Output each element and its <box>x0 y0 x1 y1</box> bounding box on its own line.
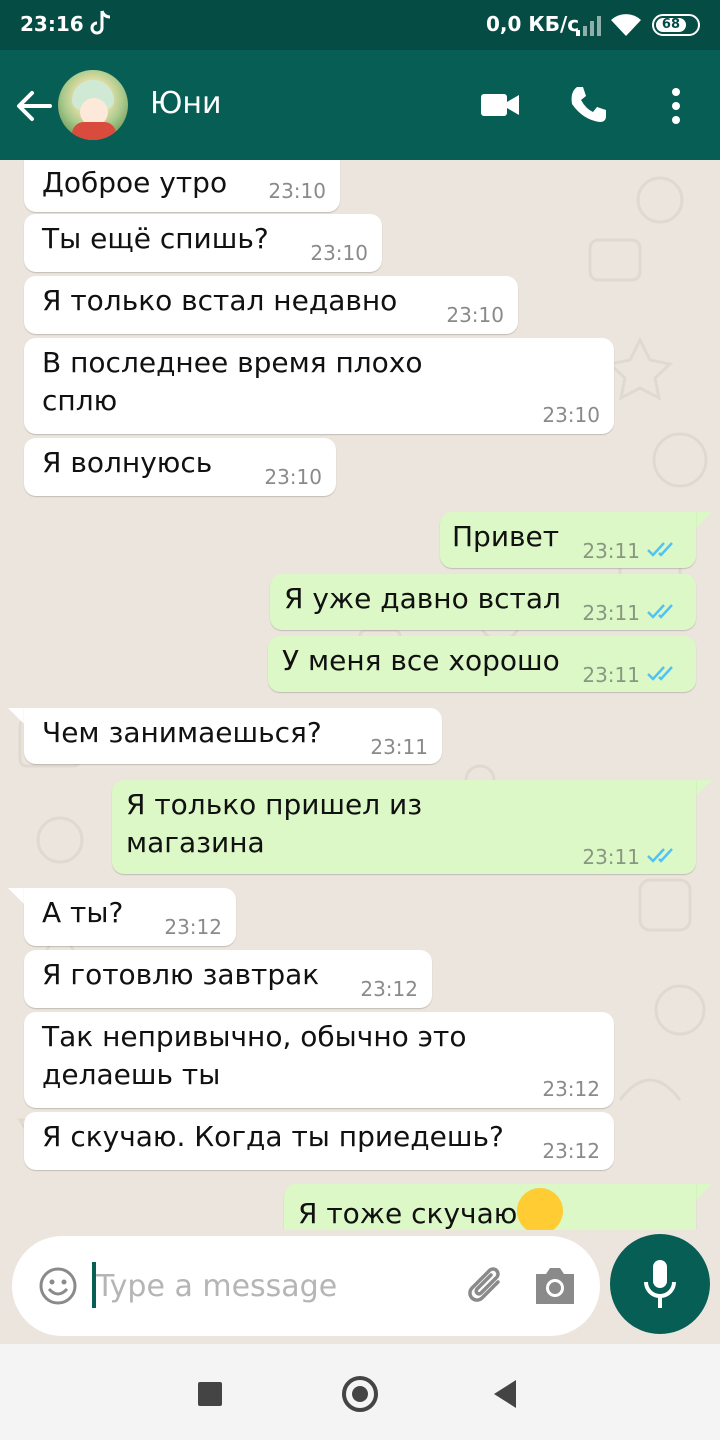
message-time: 23:11 <box>582 845 640 869</box>
message-text: Так непривычно, обычно это делаешь ты <box>42 1020 467 1091</box>
message-text: Я только пришел из магазина <box>126 788 423 859</box>
read-ticks-icon <box>647 848 673 863</box>
mic-icon <box>644 1260 676 1308</box>
message-input[interactable] <box>96 1258 446 1314</box>
emoji-icon[interactable] <box>38 1266 78 1306</box>
message-bubble-incoming[interactable]: Я волнуюсь 23:10 <box>24 438 336 496</box>
message-bubble-incoming[interactable]: А ты? 23:12 <box>24 888 236 946</box>
message-bubble-incoming[interactable]: Я скучаю. Когда ты приедешь? 23:12 <box>24 1112 614 1170</box>
message-bubble-outgoing[interactable]: Я тоже скучаю <box>284 1184 696 1230</box>
message-bubble-outgoing[interactable]: Я уже давно встал 23:11 <box>270 574 696 630</box>
message-bubble-incoming[interactable]: Ты ещё спишь? 23:10 <box>24 214 382 272</box>
message-text: Я тоже скучаю <box>298 1197 518 1230</box>
home-button[interactable] <box>342 1376 378 1412</box>
status-bar: 23:16 0,0 КБ/с 68 <box>0 0 720 50</box>
more-vert-icon[interactable] <box>662 86 690 126</box>
pensive-face-emoji <box>517 1188 564 1230</box>
message-time: 23:12 <box>542 1077 600 1101</box>
message-bubble-incoming[interactable]: Чем занимаешься? 23:11 <box>24 708 442 764</box>
message-text: В последнее время плохо сплю <box>42 346 423 417</box>
read-ticks-icon <box>647 604 673 619</box>
message-time: 23:11 <box>582 539 640 563</box>
wifi-icon <box>611 14 641 37</box>
message-time: 23:11 <box>370 735 428 759</box>
read-ticks-icon <box>647 542 673 557</box>
attach-icon[interactable] <box>464 1262 510 1310</box>
message-text: Чем занимаешься? <box>42 716 322 749</box>
message-time: 23:10 <box>542 403 600 427</box>
camera-icon[interactable] <box>532 1266 578 1306</box>
status-time: 23:16 <box>20 12 84 36</box>
signal-icon <box>576 16 601 36</box>
network-speed: 0,0 КБ/с <box>486 12 580 36</box>
message-time: 23:12 <box>164 915 222 939</box>
message-time: 23:10 <box>268 179 326 203</box>
message-bubble-outgoing[interactable]: У меня все хорошо 23:11 <box>268 636 696 692</box>
message-time: 23:12 <box>542 1139 600 1163</box>
message-time: 23:10 <box>310 241 368 265</box>
message-bubble-outgoing[interactable]: Привет 23:11 <box>440 512 696 568</box>
message-bubble-incoming[interactable]: В последнее время плохо сплю 23:10 <box>24 338 614 434</box>
message-composer <box>12 1236 600 1336</box>
message-text: Я только встал недавно <box>42 284 398 317</box>
back-arrow-icon[interactable] <box>14 86 54 126</box>
message-bubble-incoming[interactable]: Я только встал недавно 23:10 <box>24 276 518 334</box>
read-ticks-icon <box>647 666 673 681</box>
message-bubble-outgoing[interactable]: Я только пришел из магазина 23:11 <box>112 780 696 874</box>
message-text: Я готовлю завтрак <box>42 958 320 991</box>
tiktok-note-icon <box>90 10 111 35</box>
contact-name[interactable]: Юни <box>150 86 222 121</box>
recents-button[interactable] <box>198 1382 222 1406</box>
video-call-icon[interactable] <box>480 88 520 122</box>
message-bubble-incoming[interactable]: Так непривычно, обычно это делаешь ты 23… <box>24 1012 614 1108</box>
message-time: 23:11 <box>582 663 640 687</box>
voice-record-button[interactable] <box>610 1234 710 1334</box>
message-time: 23:11 <box>582 601 640 625</box>
battery-level: 68 <box>656 18 686 32</box>
phone-icon[interactable] <box>568 84 608 124</box>
chat-header: Юни <box>0 50 720 160</box>
message-time: 23:10 <box>264 465 322 489</box>
message-time: 23:10 <box>446 303 504 327</box>
message-text: Привет <box>452 520 560 553</box>
message-time: 23:12 <box>360 977 418 1001</box>
chat-area[interactable]: Доброе утро 23:10 Ты ещё спишь? 23:10 Я … <box>0 160 720 1230</box>
message-text: Я скучаю. Когда ты приедешь? <box>42 1120 504 1153</box>
message-bubble-incoming[interactable]: Доброе утро 23:10 <box>24 160 340 212</box>
system-nav-bar <box>0 1344 720 1440</box>
back-button[interactable] <box>494 1380 516 1408</box>
battery-icon: 68 <box>652 14 700 36</box>
avatar[interactable] <box>58 70 128 140</box>
message-bubble-incoming[interactable]: Я готовлю завтрак 23:12 <box>24 950 432 1008</box>
